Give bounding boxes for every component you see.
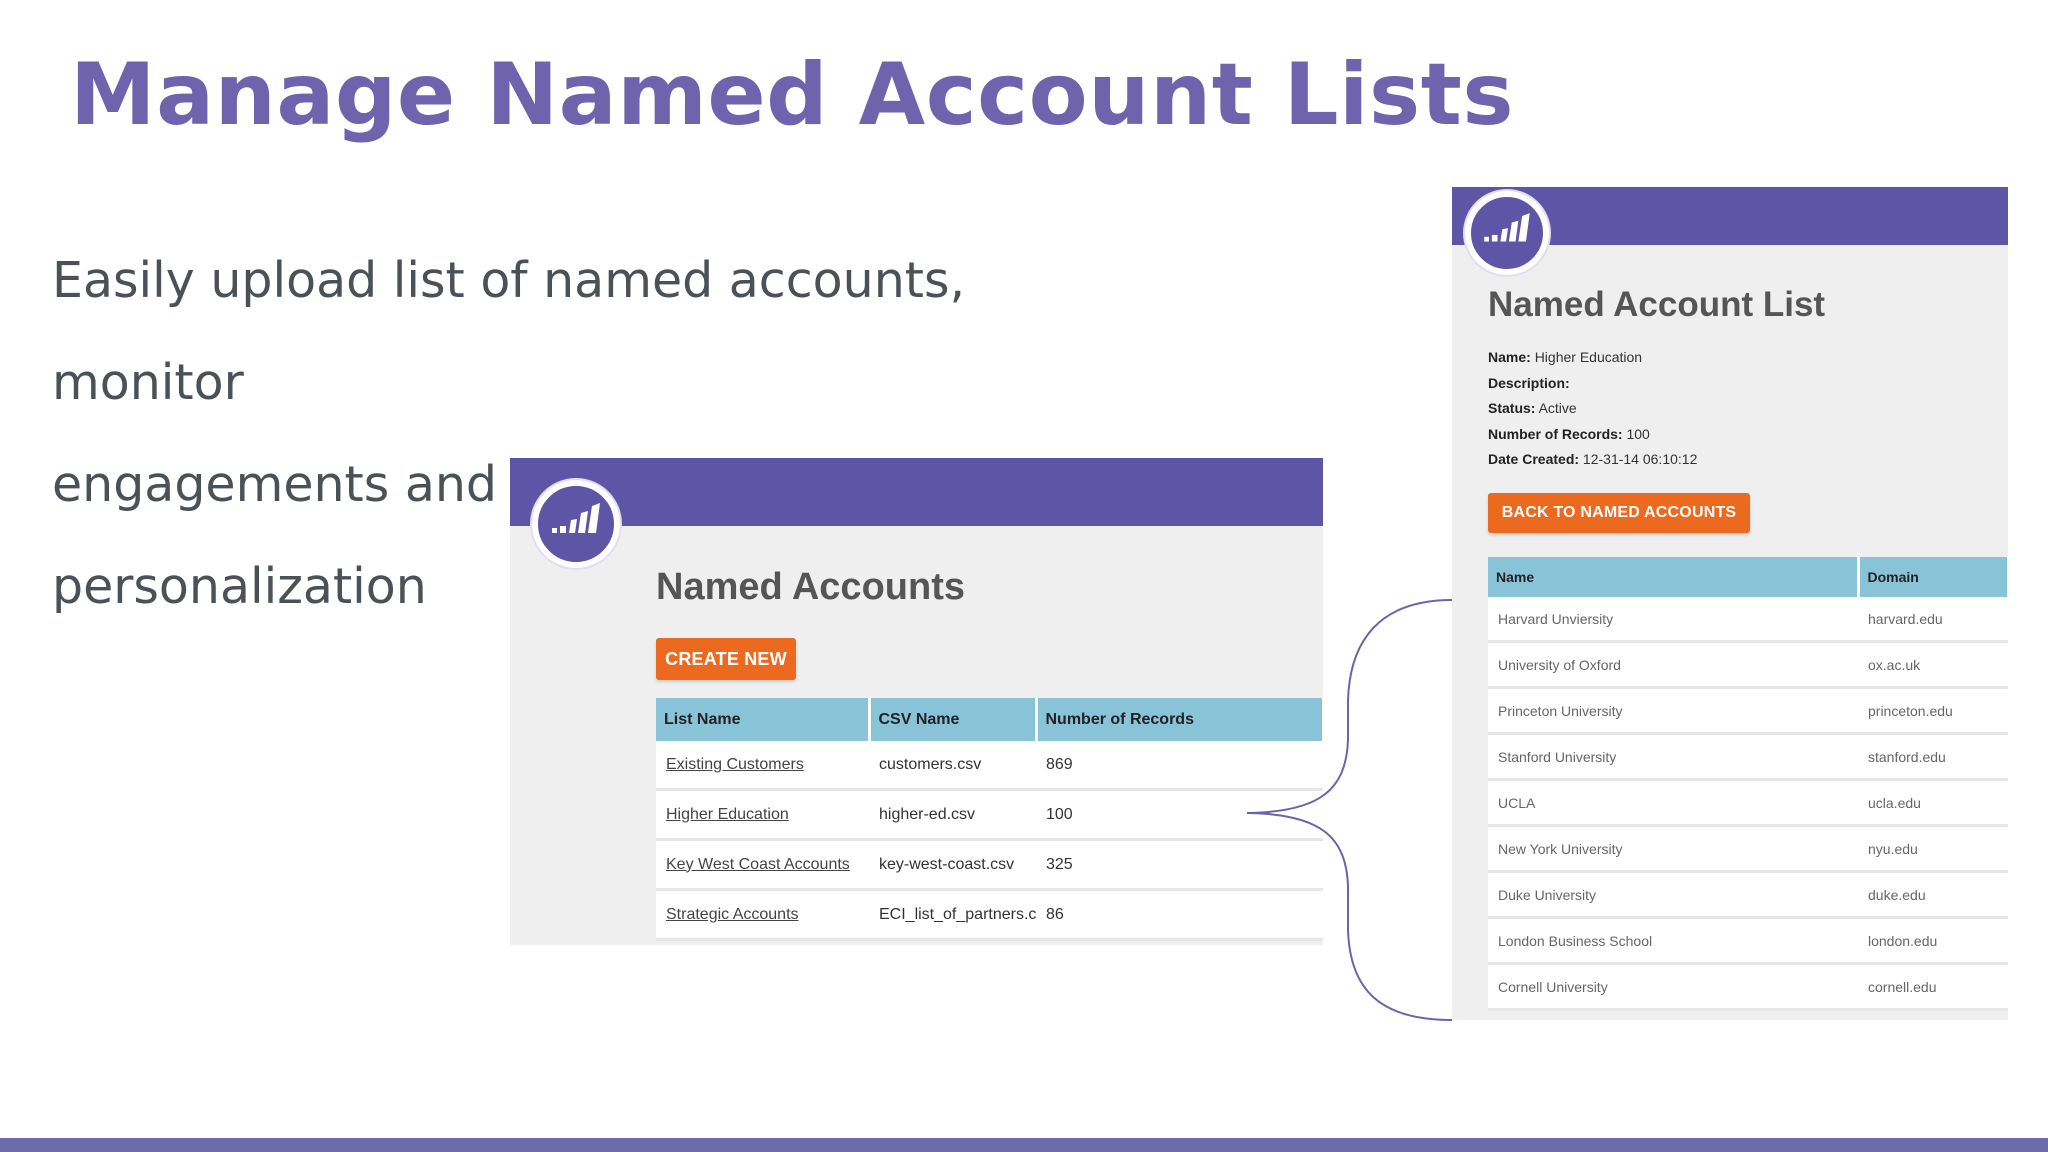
column-header-name[interactable]: Name <box>1488 557 1860 597</box>
table-header-row: Name Domain <box>1488 557 2008 597</box>
table-row: Cornell University cornell.edu <box>1488 963 2008 1011</box>
detail-status: Status: Active <box>1488 400 1577 416</box>
table-row: Higher Education higher-ed.csv 100 <box>656 789 1323 841</box>
detail-description: Description: <box>1488 374 1570 391</box>
list-name-link[interactable]: Strategic Accounts <box>656 889 869 941</box>
account-name-cell: London Business School <box>1488 917 1858 965</box>
column-header-domain[interactable]: Domain <box>1858 557 2008 597</box>
accounts-table: Name Domain Harvard Unviersity harvard.ed… <box>1488 557 2008 1011</box>
csv-name-cell: key-west-coast.csv <box>869 839 1036 891</box>
named-accounts-title: Named Accounts <box>656 566 965 608</box>
named-accounts-panel: Named Accounts CREATE NEW List Name CSV … <box>510 458 1323 945</box>
domain-cell: princeton.edu <box>1858 687 2008 735</box>
records-cell: 869 <box>1036 741 1323 791</box>
domain-cell: cornell.edu <box>1858 963 2008 1011</box>
body-line: Easily upload list of named accounts, mo… <box>52 252 966 411</box>
table-row: Strategic Accounts ECI_list_of_partners.… <box>656 889 1323 941</box>
column-header-records[interactable]: Number of Records <box>1036 698 1323 741</box>
table-row: University of Oxford ox.ac.uk <box>1488 641 2008 689</box>
account-name-cell: Duke University <box>1488 871 1858 919</box>
named-account-list-panel: Named Account List Name: Higher Educatio… <box>1452 187 2008 1020</box>
csv-name-cell: higher-ed.csv <box>869 789 1036 841</box>
table-row: London Business School london.edu <box>1488 917 2008 965</box>
records-cell: 86 <box>1036 889 1323 941</box>
column-header-csv-name[interactable]: CSV Name <box>869 698 1038 741</box>
panel-header <box>510 458 1323 526</box>
table-row: Duke University duke.edu <box>1488 871 2008 919</box>
detail-records: Number of Records: 100 <box>1488 425 1650 442</box>
domain-cell: harvard.edu <box>1858 597 2008 643</box>
records-cell: 100 <box>1036 789 1323 841</box>
list-name-link[interactable]: Higher Education <box>656 789 869 841</box>
table-row: Princeton University princeton.edu <box>1488 687 2008 735</box>
account-name-cell: University of Oxford <box>1488 641 1858 689</box>
table-row: UCLA ucla.edu <box>1488 779 2008 827</box>
table-row: Key West Coast Accounts key-west-coast.c… <box>656 839 1323 891</box>
detail-name: Name: Higher Education <box>1488 349 1643 365</box>
domain-cell: ox.ac.uk <box>1858 641 2008 689</box>
named-accounts-table: List Name CSV Name Number of Records Exi… <box>656 698 1323 941</box>
bottom-bar <box>0 1138 2048 1152</box>
table-row: Existing Customers customers.csv 869 <box>656 741 1323 791</box>
named-account-list-title: Named Account List <box>1488 285 1826 324</box>
table-row: Harvard Unviersity harvard.edu <box>1488 597 2008 643</box>
column-header-list-name[interactable]: List Name <box>656 698 871 741</box>
slide-title: Manage Named Account Lists <box>70 45 1515 145</box>
records-cell: 325 <box>1036 839 1323 891</box>
table-row: New York University nyu.edu <box>1488 825 2008 873</box>
account-name-cell: Harvard Unviersity <box>1488 597 1858 643</box>
domain-cell: stanford.edu <box>1858 733 2008 781</box>
detail-date-created: Date Created: 12-31-14 06:10:12 <box>1488 451 1698 467</box>
account-name-cell: UCLA <box>1488 779 1858 827</box>
create-new-button[interactable]: CREATE NEW <box>656 638 796 680</box>
domain-cell: nyu.edu <box>1858 825 2008 873</box>
csv-name-cell: ECI_list_of_partners.csv <box>869 889 1036 941</box>
domain-cell: ucla.edu <box>1858 779 2008 827</box>
list-name-link[interactable]: Key West Coast Accounts <box>656 839 869 891</box>
account-name-cell: Cornell University <box>1488 963 1858 1011</box>
account-name-cell: Stanford University <box>1488 733 1858 781</box>
back-to-named-accounts-button[interactable]: BACK TO NAMED ACCOUNTS <box>1488 493 1750 533</box>
table-row: Stanford University stanford.edu <box>1488 733 2008 781</box>
domain-cell: duke.edu <box>1858 871 2008 919</box>
list-details: Name: Higher Education Description: Stat… <box>1488 345 1697 473</box>
csv-name-cell: customers.csv <box>869 741 1036 791</box>
marketo-logo-icon <box>1465 191 1549 275</box>
list-name-link[interactable]: Existing Customers <box>656 741 869 791</box>
domain-cell: london.edu <box>1858 917 2008 965</box>
account-name-cell: Princeton University <box>1488 687 1858 735</box>
marketo-logo-icon <box>532 480 620 568</box>
account-name-cell: New York University <box>1488 825 1858 873</box>
table-header-row: List Name CSV Name Number of Records <box>656 698 1323 741</box>
